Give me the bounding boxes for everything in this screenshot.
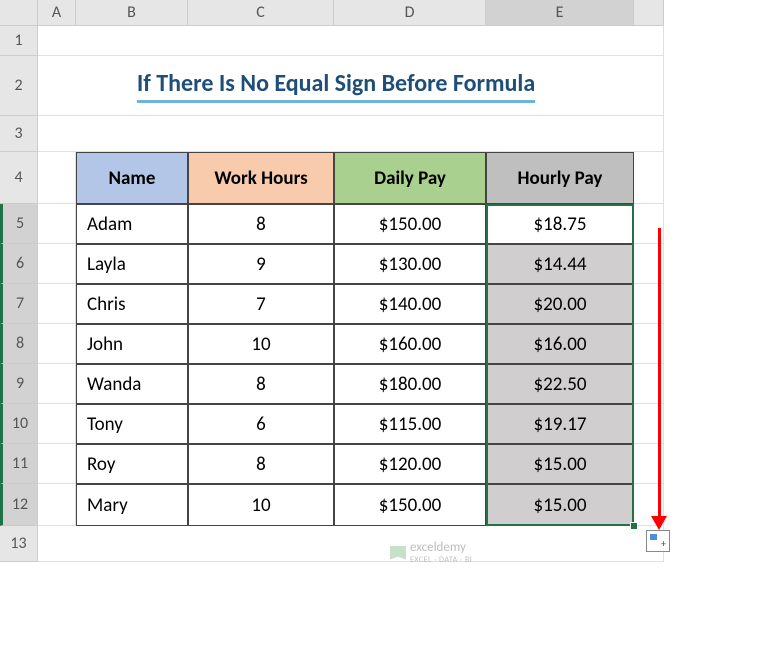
cell-name[interactable]: Layla	[76, 244, 188, 284]
row-header-13[interactable]: 13	[0, 526, 38, 562]
page-title: If There Is No Equal Sign Before Formula	[137, 69, 535, 103]
cell-work[interactable]: 9	[188, 244, 334, 284]
watermark-sub: EXCEL · DATA · BI	[410, 555, 472, 565]
row-header-12[interactable]: 12	[0, 484, 38, 526]
cell-name[interactable]: Mary	[76, 484, 188, 526]
header-name[interactable]: Name	[76, 152, 188, 204]
watermark-icon	[390, 546, 406, 560]
cell-work[interactable]: 7	[188, 284, 334, 324]
cell-hourly[interactable]: $15.00	[486, 484, 634, 526]
col-header-spacer	[634, 0, 664, 26]
cell-blank[interactable]	[38, 526, 664, 562]
cell-daily[interactable]: $150.00	[334, 484, 486, 526]
autofill-icon	[650, 534, 666, 548]
row-header-9[interactable]: 9	[0, 364, 38, 404]
cell-blank[interactable]	[38, 26, 664, 56]
col-header-A[interactable]: A	[38, 0, 76, 26]
cell-hourly[interactable]: $14.44	[486, 244, 634, 284]
watermark-brand: exceldemy	[410, 540, 472, 555]
col-header-B[interactable]: B	[76, 0, 188, 26]
col-header-D[interactable]: D	[334, 0, 486, 26]
row-header-11[interactable]: 11	[0, 444, 38, 484]
cell-name[interactable]: John	[76, 324, 188, 364]
arrow-head-icon	[651, 516, 667, 530]
cell-hourly[interactable]: $22.50	[486, 364, 634, 404]
cell-name[interactable]: Wanda	[76, 364, 188, 404]
cell-name[interactable]: Tony	[76, 404, 188, 444]
cell-blank[interactable]	[38, 284, 76, 324]
cell-work[interactable]: 8	[188, 444, 334, 484]
arrow-annotation	[658, 228, 661, 518]
cell-blank[interactable]	[38, 364, 76, 404]
autofill-options-button[interactable]	[646, 530, 670, 552]
cell-blank[interactable]	[38, 152, 76, 204]
cell-hourly[interactable]: $16.00	[486, 324, 634, 364]
cell-daily[interactable]: $150.00	[334, 204, 486, 244]
cell-work[interactable]: 10	[188, 324, 334, 364]
row-header-8[interactable]: 8	[0, 324, 38, 364]
cell-work[interactable]: 8	[188, 364, 334, 404]
cell-hourly[interactable]: $15.00	[486, 444, 634, 484]
row-header-5[interactable]: 5	[0, 204, 38, 244]
col-header-C[interactable]: C	[188, 0, 334, 26]
row-header-10[interactable]: 10	[0, 404, 38, 444]
header-daily[interactable]: Daily Pay	[334, 152, 486, 204]
cell-name[interactable]: Chris	[76, 284, 188, 324]
title-row: If There Is No Equal Sign Before Formula	[38, 56, 634, 116]
cell-blank[interactable]	[38, 244, 76, 284]
cell-daily[interactable]: $120.00	[334, 444, 486, 484]
row-header-2[interactable]: 2	[0, 56, 38, 116]
cell-hourly[interactable]: $19.17	[486, 404, 634, 444]
spreadsheet: A B C D E 1 2 If There Is No Equal Sign …	[0, 0, 767, 562]
row-header-1[interactable]: 1	[0, 26, 38, 56]
cell-blank[interactable]	[38, 204, 76, 244]
cell-daily[interactable]: $130.00	[334, 244, 486, 284]
cell-blank[interactable]	[38, 116, 664, 152]
cell-work[interactable]: 6	[188, 404, 334, 444]
cell-name[interactable]: Adam	[76, 204, 188, 244]
header-hourly[interactable]: Hourly Pay	[486, 152, 634, 204]
cell-daily[interactable]: $180.00	[334, 364, 486, 404]
cell-hourly[interactable]: $18.75	[486, 204, 634, 244]
cell-daily[interactable]: $140.00	[334, 284, 486, 324]
row-header-4[interactable]: 4	[0, 152, 38, 204]
header-work[interactable]: Work Hours	[188, 152, 334, 204]
corner-select-all[interactable]	[0, 0, 38, 26]
cell-work[interactable]: 8	[188, 204, 334, 244]
watermark: exceldemy EXCEL · DATA · BI	[390, 540, 472, 565]
cell-work[interactable]: 10	[188, 484, 334, 526]
fill-handle[interactable]	[630, 522, 638, 530]
cell-daily[interactable]: $160.00	[334, 324, 486, 364]
row-header-7[interactable]: 7	[0, 284, 38, 324]
cell-blank[interactable]	[38, 404, 76, 444]
cell-hourly[interactable]: $20.00	[486, 284, 634, 324]
cell-daily[interactable]: $115.00	[334, 404, 486, 444]
row-header-3[interactable]: 3	[0, 116, 38, 152]
cell-blank[interactable]	[38, 324, 76, 364]
cell-name[interactable]: Roy	[76, 444, 188, 484]
cell-blank[interactable]	[38, 444, 76, 484]
cell-blank[interactable]	[38, 484, 76, 526]
cell-blank[interactable]	[634, 152, 664, 204]
col-header-E[interactable]: E	[486, 0, 634, 26]
row-header-6[interactable]: 6	[0, 244, 38, 284]
